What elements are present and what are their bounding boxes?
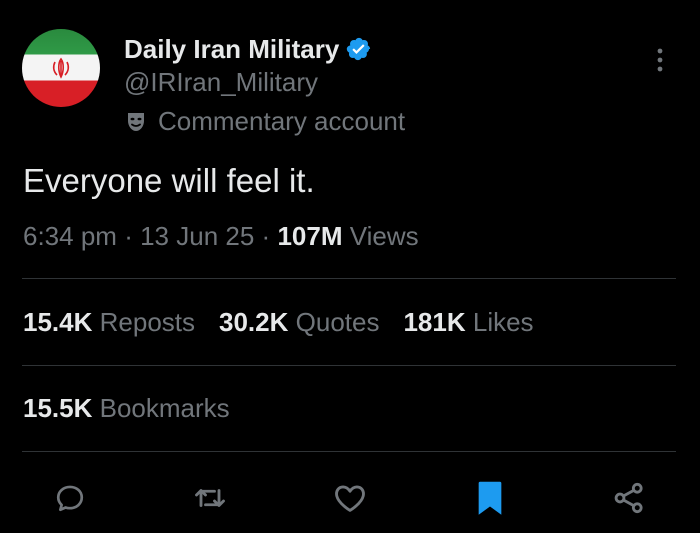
tweet-meta: 6:34 pm · 13 Jun 25 · 107M Views	[23, 221, 419, 252]
display-name[interactable]: Daily Iran Military	[124, 34, 339, 65]
verified-badge-icon	[347, 37, 371, 61]
tweet-time[interactable]: 6:34 pm	[23, 221, 117, 251]
share-icon	[614, 482, 643, 514]
meta-separator: ·	[124, 221, 133, 251]
account-label: Commentary account	[124, 106, 405, 137]
reposts-label: Reposts	[99, 307, 196, 337]
quotes-label: Quotes	[295, 307, 380, 337]
more-options-button[interactable]	[648, 44, 672, 76]
likes-count: 181K	[403, 307, 466, 337]
divider	[22, 365, 676, 366]
avatar[interactable]	[22, 29, 100, 107]
meta-separator: ·	[261, 221, 271, 251]
more-vertical-icon	[657, 48, 663, 72]
repost-icon	[195, 489, 225, 507]
reply-button[interactable]	[51, 479, 89, 517]
bookmarks-count: 15.5K	[23, 393, 93, 423]
like-button[interactable]	[331, 479, 369, 517]
reposts-stat[interactable]: 15.4K Reposts	[23, 307, 195, 338]
divider	[22, 451, 676, 452]
bookmarks-stat[interactable]: 15.5K Bookmarks	[23, 393, 230, 424]
account-label-text: Commentary account	[158, 106, 406, 136]
bookmark-filled-icon	[478, 481, 502, 515]
theater-mask-icon	[128, 112, 144, 131]
likes-label: Likes	[472, 307, 534, 337]
quotes-count: 30.2K	[219, 307, 289, 337]
views-count: 107M	[277, 221, 343, 251]
heart-icon	[335, 485, 365, 512]
tweet-text: Everyone will feel it.	[23, 162, 315, 199]
likes-stat[interactable]: 181K Likes	[403, 307, 533, 338]
iran-emblem-icon	[52, 57, 70, 79]
tweet-date[interactable]: 13 Jun 25	[140, 221, 254, 251]
share-button[interactable]	[610, 479, 648, 517]
author-name-row[interactable]: Daily Iran Military	[124, 33, 372, 65]
views-label: Views	[349, 221, 419, 251]
author-handle[interactable]: @IRIran_Military	[124, 67, 318, 98]
engagement-stats: 15.4K Reposts 30.2K Quotes 181K Likes	[23, 307, 534, 338]
divider	[22, 278, 676, 279]
quotes-stat[interactable]: 30.2K Quotes	[219, 307, 379, 338]
comment-icon	[56, 485, 84, 512]
repost-button[interactable]	[191, 479, 229, 517]
reposts-count: 15.4K	[23, 307, 93, 337]
bookmarks-label: Bookmarks	[99, 393, 230, 423]
bookmark-button[interactable]	[471, 479, 509, 517]
